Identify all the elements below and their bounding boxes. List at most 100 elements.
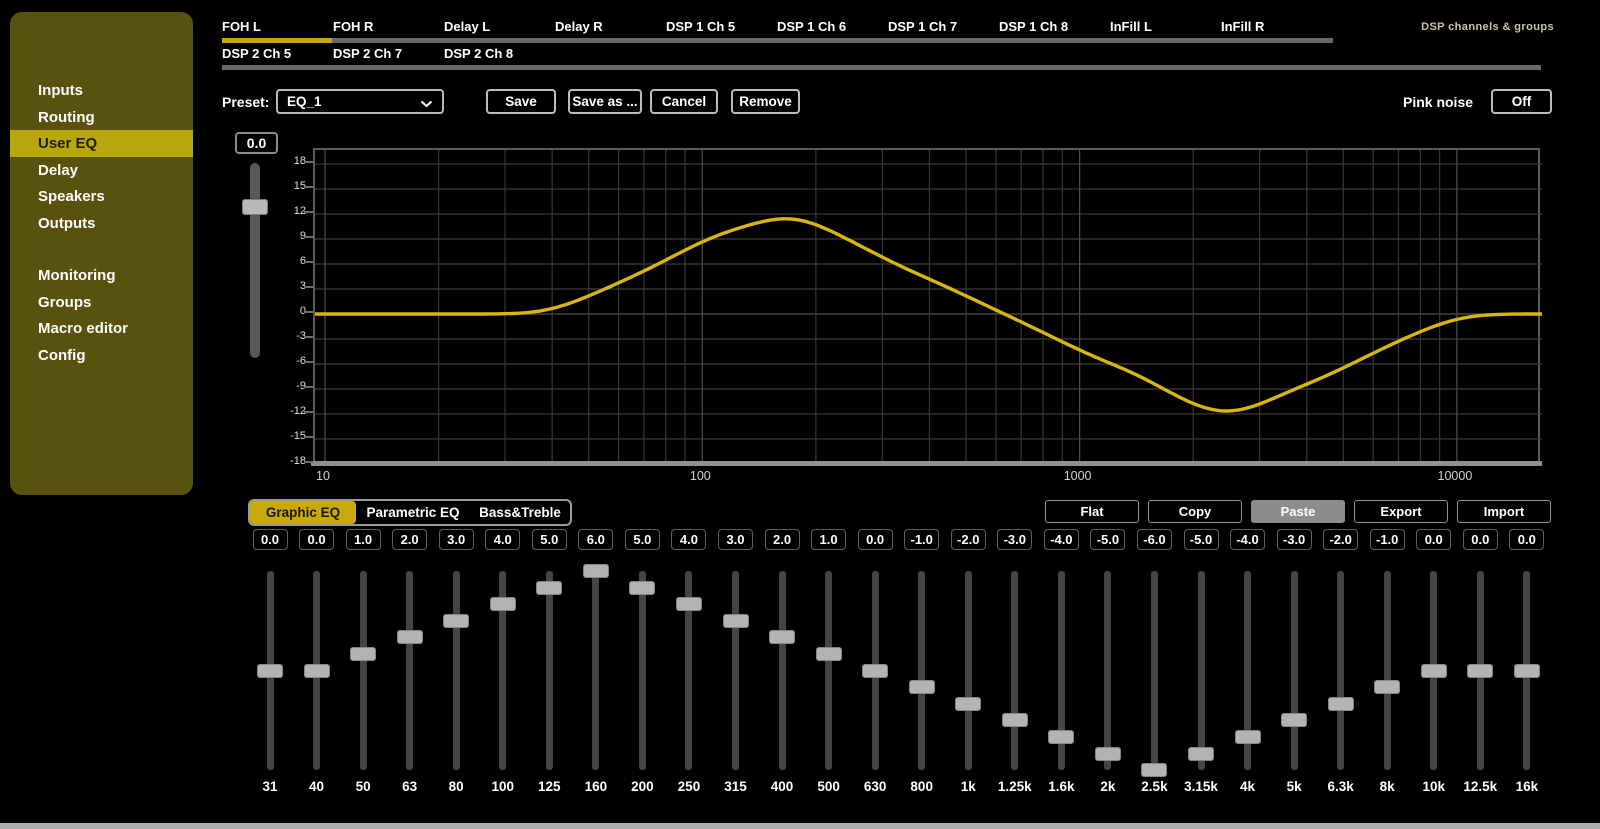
tab-dsp-2-ch-8[interactable]: DSP 2 Ch 8 [444, 46, 513, 64]
band-8k-fader-handle[interactable] [1374, 680, 1400, 694]
tab-dsp-2-ch-5[interactable]: DSP 2 Ch 5 [222, 46, 291, 64]
band-80-value: 3.0 [439, 529, 474, 550]
cancel-button[interactable]: Cancel [650, 89, 718, 114]
tab-dsp-1-ch-5[interactable]: DSP 1 Ch 5 [666, 19, 735, 37]
y-tick-label: 9 [272, 230, 306, 242]
band-100-fader-handle[interactable] [490, 597, 516, 611]
sidebar-item-delay[interactable]: Delay [10, 157, 193, 184]
sidebar-item-macro-editor[interactable]: Macro editor [10, 315, 193, 342]
band-1-25k-fader-track[interactable] [1011, 571, 1018, 770]
tab-dsp-1-ch-6[interactable]: DSP 1 Ch 6 [777, 19, 846, 37]
band-10k-value: 0.0 [1416, 529, 1451, 550]
band-2-5k-fader-handle[interactable] [1141, 763, 1167, 777]
band-63-fader-handle[interactable] [397, 630, 423, 644]
band-80-fader-handle[interactable] [443, 614, 469, 628]
tab-foh-r[interactable]: FOH R [333, 19, 373, 37]
band-400-fader-handle[interactable] [769, 630, 795, 644]
sidebar-item-inputs[interactable]: Inputs [10, 77, 193, 104]
sidebar-item-groups[interactable]: Groups [10, 289, 193, 316]
band-315-fader-handle[interactable] [723, 614, 749, 628]
sidebar-item-routing[interactable]: Routing [10, 104, 193, 131]
band-125-fader-handle[interactable] [536, 581, 562, 595]
band-630-fader-handle[interactable] [862, 664, 888, 678]
band-800-fader-track[interactable] [918, 571, 925, 770]
band-80-fader-track[interactable] [453, 571, 460, 770]
band-12-5k-value: 0.0 [1463, 529, 1498, 550]
band-2-5k-fader-track[interactable] [1151, 571, 1158, 770]
band-1k-fader-track[interactable] [965, 571, 972, 770]
band-500-fader-handle[interactable] [816, 647, 842, 661]
band-5k-fader-handle[interactable] [1281, 713, 1307, 727]
y-tick-label: 6 [272, 255, 306, 267]
preset-dropdown[interactable]: EQ_1 [276, 89, 444, 114]
tab-bass-treble[interactable]: Bass&Treble [470, 501, 570, 524]
sidebar-item-speakers[interactable]: Speakers [10, 183, 193, 210]
band-1k-fader-handle[interactable] [955, 697, 981, 711]
import-button[interactable]: Import [1457, 500, 1551, 523]
tab-graphic-eq[interactable]: Graphic EQ [250, 501, 356, 524]
tab-dsp-2-ch-7[interactable]: DSP 2 Ch 7 [333, 46, 402, 64]
tab-parametric-eq[interactable]: Parametric EQ [356, 501, 470, 524]
sidebar-item-outputs[interactable]: Outputs [10, 210, 193, 237]
band-10k-fader-handle[interactable] [1421, 664, 1447, 678]
band-6-3k-fader-handle[interactable] [1328, 697, 1354, 711]
tab-dsp-1-ch-7[interactable]: DSP 1 Ch 7 [888, 19, 957, 37]
band-400-value: 2.0 [765, 529, 800, 550]
export-button[interactable]: Export [1354, 500, 1448, 523]
y-tick-mark [304, 361, 313, 363]
band-315-fader-track[interactable] [732, 571, 739, 770]
master-fader-track[interactable] [250, 163, 260, 358]
band-31-freq-label: 31 [262, 779, 277, 794]
horizontal-scrollbar[interactable] [0, 823, 1600, 829]
band-16k-fader-handle[interactable] [1514, 664, 1540, 678]
tab-delay-r[interactable]: Delay R [555, 19, 603, 37]
band-125-fader-track[interactable] [546, 571, 553, 770]
band-200-fader-track[interactable] [639, 571, 646, 770]
band-160-fader-track[interactable] [592, 571, 599, 770]
band-3-15k-fader-handle[interactable] [1188, 747, 1214, 761]
band-800-fader-handle[interactable] [909, 680, 935, 694]
tab-dsp-1-ch-8[interactable]: DSP 1 Ch 8 [999, 19, 1068, 37]
band-4k-fader-handle[interactable] [1235, 730, 1261, 744]
band-5k-fader-track[interactable] [1291, 571, 1298, 770]
band-31-fader-handle[interactable] [257, 664, 283, 678]
copy-button[interactable]: Copy [1148, 500, 1242, 523]
sidebar-item-user-eq[interactable]: User EQ [10, 130, 193, 157]
band-3-15k-fader-track[interactable] [1198, 571, 1205, 770]
pink-noise-toggle-button[interactable]: Off [1491, 89, 1552, 114]
chart-bottom-axis-bar [311, 461, 1542, 466]
band-50-fader-handle[interactable] [350, 647, 376, 661]
tab-foh-l[interactable]: FOH L [222, 19, 261, 37]
band-160-fader-handle[interactable] [583, 564, 609, 578]
save-as-button[interactable]: Save as ... [568, 89, 642, 114]
band-250-fader-handle[interactable] [676, 597, 702, 611]
tab-infill-l[interactable]: InFill L [1110, 19, 1152, 37]
band-50-fader-track[interactable] [360, 571, 367, 770]
band-500-fader-track[interactable] [825, 571, 832, 770]
band-1k-freq-label: 1k [961, 779, 976, 794]
band-12-5k-fader-handle[interactable] [1467, 664, 1493, 678]
tab-delay-l[interactable]: Delay L [444, 19, 490, 37]
band-8k-fader-track[interactable] [1384, 571, 1391, 770]
band-4k-value: -4.0 [1230, 529, 1265, 550]
band-200-value: 5.0 [625, 529, 660, 550]
band-1-6k-fader-handle[interactable] [1048, 730, 1074, 744]
sidebar-item-monitoring[interactable]: Monitoring [10, 262, 193, 289]
sidebar-item-config[interactable]: Config [10, 342, 193, 369]
band-6-3k-fader-track[interactable] [1337, 571, 1344, 770]
paste-button[interactable]: Paste [1251, 500, 1345, 523]
save-button[interactable]: Save [486, 89, 556, 114]
band-200-fader-handle[interactable] [629, 581, 655, 595]
region-label: DSP channels & groups [1421, 21, 1554, 33]
flat-button[interactable]: Flat [1045, 500, 1139, 523]
band-2k-fader-track[interactable] [1104, 571, 1111, 770]
band-63-fader-track[interactable] [406, 571, 413, 770]
band-1-25k-fader-handle[interactable] [1002, 713, 1028, 727]
band-40-fader-handle[interactable] [304, 664, 330, 678]
remove-button[interactable]: Remove [731, 89, 800, 114]
tab-infill-r[interactable]: InFill R [1221, 19, 1264, 37]
band-400-fader-track[interactable] [779, 571, 786, 770]
master-fader-handle[interactable] [242, 199, 268, 215]
band-16k-value: 0.0 [1509, 529, 1544, 550]
band-2k-fader-handle[interactable] [1095, 747, 1121, 761]
